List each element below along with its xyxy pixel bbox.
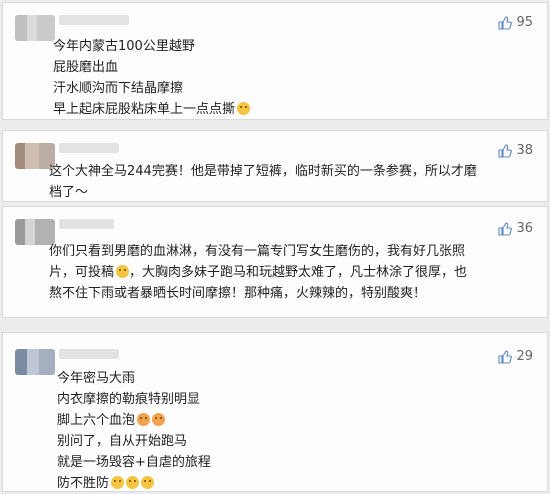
comment-text: 今年密马大雨 内衣摩擦的勒痕特别明显 脚上六个血泡 别问了，自从开始跑马 就是一… [57, 371, 211, 491]
like-button[interactable]: 95 [498, 15, 533, 30]
thumbs-up-icon [498, 221, 513, 236]
like-count: 36 [516, 221, 533, 236]
like-button[interactable]: 38 [498, 143, 533, 158]
username[interactable] [59, 143, 119, 153]
crying-face-icon [126, 476, 140, 489]
comment-text: 这个大神全马244完赛！他是带掉了短裤，临时新买的一条参赛，所以才磨 档了～ [49, 164, 477, 200]
username[interactable] [59, 349, 119, 359]
like-button[interactable]: 36 [498, 221, 533, 236]
smiling-face-icon [116, 265, 130, 278]
comment-text: 你们只看到男磨的血淋淋，有没有一篇专门写女生磨伤的，我有好几张照 片，可投稿 ，大… [49, 244, 468, 301]
thumbs-up-icon [498, 143, 513, 158]
like-count: 95 [516, 15, 533, 30]
thumbs-up-icon [498, 15, 513, 30]
crying-face-icon [111, 476, 125, 489]
avatar[interactable] [15, 349, 55, 375]
avatar[interactable] [15, 15, 55, 41]
comment-card: 36 你们只看到男磨的血淋淋，有没有一篇专门写女生磨伤的，我有好几张照 片，可投… [2, 206, 548, 318]
like-count: 38 [516, 143, 533, 158]
crying-face-icon [141, 476, 155, 489]
worried-face-icon [152, 413, 166, 426]
comment-card: 29 今年密马大雨 内衣摩擦的勒痕特别明显 脚上六个血泡 别问了，自从开始跑马 … [2, 332, 548, 492]
comment-card: 38 这个大神全马244完赛！他是带掉了短裤，临时新买的一条参赛，所以才磨 档了… [2, 130, 548, 202]
like-count: 29 [516, 349, 533, 364]
comment-card: 95 今年内蒙古100公里越野 屁股磨出血 汗水顺沟而下结晶摩擦 早上起床屁股粘… [2, 2, 548, 120]
crying-face-icon [237, 102, 251, 115]
comment-text: 今年内蒙古100公里越野 屁股磨出血 汗水顺沟而下结晶摩擦 早上起床屁股粘床单上… [53, 36, 251, 120]
like-button[interactable]: 29 [498, 349, 533, 364]
username[interactable] [59, 219, 114, 229]
worried-face-icon [137, 413, 151, 426]
thumbs-up-icon [498, 349, 513, 364]
username[interactable] [59, 15, 129, 25]
